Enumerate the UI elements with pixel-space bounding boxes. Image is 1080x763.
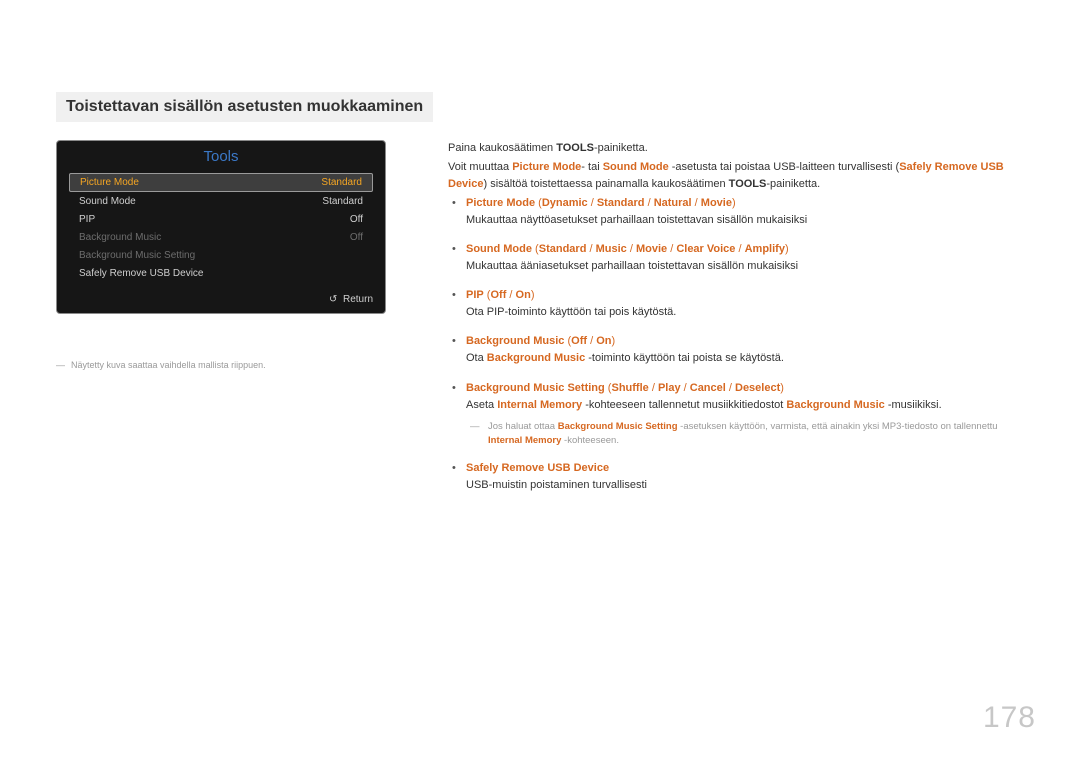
tool-row[interactable]: Background Music Off bbox=[69, 228, 373, 246]
item-head: Picture Mode (Dynamic / Standard / Natur… bbox=[466, 195, 1024, 212]
list-item: PIP (Off / On)Ota PIP-toiminto käyttöön … bbox=[466, 287, 1024, 321]
tool-row-value: Off bbox=[350, 214, 363, 225]
item-desc: Aseta Internal Memory -kohteeseen tallen… bbox=[466, 397, 1024, 414]
tool-row-label: Background Music Setting bbox=[79, 250, 195, 261]
tool-row[interactable]: Background Music Setting bbox=[69, 246, 373, 264]
item-head: Background Music (Off / On) bbox=[466, 333, 1024, 350]
tool-row[interactable]: Safely Remove USB Device bbox=[69, 264, 373, 282]
list-item: Background Music (Off / On)Ota Backgroun… bbox=[466, 333, 1024, 367]
item-desc: Ota Background Music -toiminto käyttöön … bbox=[466, 350, 1024, 367]
tool-row-label: PIP bbox=[79, 214, 95, 225]
image-caption: Näytetty kuva saattaa vaihdella mallista… bbox=[56, 360, 386, 370]
return-label: Return bbox=[343, 294, 373, 305]
tools-title: Tools bbox=[57, 141, 385, 171]
return-icon: ↻ bbox=[329, 294, 337, 305]
intro-para-1: Paina kaukosäätimen TOOLS-painiketta. bbox=[448, 140, 1024, 157]
tools-panel: Tools Picture Mode Standard Sound Mode Stan… bbox=[56, 140, 386, 314]
item-note: Jos haluat ottaa Background Music Settin… bbox=[466, 420, 1024, 449]
tool-row-label: Sound Mode bbox=[79, 196, 136, 207]
item-head: Sound Mode (Standard / Music / Movie / C… bbox=[466, 241, 1024, 258]
item-head: PIP (Off / On) bbox=[466, 287, 1024, 304]
tool-row-label: Safely Remove USB Device bbox=[79, 268, 204, 279]
list-item: Background Music Setting (Shuffle / Play… bbox=[466, 380, 1024, 449]
tool-row[interactable]: PIP Off bbox=[69, 210, 373, 228]
item-head: Safely Remove USB Device bbox=[466, 460, 1024, 477]
tool-row-value: Off bbox=[350, 232, 363, 243]
tool-row-label: Picture Mode bbox=[80, 177, 139, 188]
section-heading: Toistettavan sisällön asetusten muokkaam… bbox=[56, 92, 433, 122]
item-desc: Ota PIP-toiminto käyttöön tai pois käytö… bbox=[466, 304, 1024, 321]
item-desc: Mukauttaa ääniasetukset parhaillaan tois… bbox=[466, 258, 1024, 275]
tool-row-value: Standard bbox=[321, 177, 362, 188]
intro-para-2: Voit muuttaa Picture Mode- tai Sound Mod… bbox=[448, 159, 1024, 193]
list-item: Sound Mode (Standard / Music / Movie / C… bbox=[466, 241, 1024, 275]
item-desc: Mukauttaa näyttöasetukset parhaillaan to… bbox=[466, 212, 1024, 229]
tool-row-label: Background Music bbox=[79, 232, 161, 243]
list-item: Safely Remove USB DeviceUSB-muistin pois… bbox=[466, 460, 1024, 494]
item-desc: USB-muistin poistaminen turvallisesti bbox=[466, 477, 1024, 494]
tools-footer: ↻ Return bbox=[57, 288, 385, 313]
page-number: 178 bbox=[983, 701, 1036, 735]
item-head: Background Music Setting (Shuffle / Play… bbox=[466, 380, 1024, 397]
tool-row[interactable]: Picture Mode Standard bbox=[69, 173, 373, 192]
list-item: Picture Mode (Dynamic / Standard / Natur… bbox=[466, 195, 1024, 229]
tool-row-value: Standard bbox=[322, 196, 363, 207]
tool-row[interactable]: Sound Mode Standard bbox=[69, 192, 373, 210]
